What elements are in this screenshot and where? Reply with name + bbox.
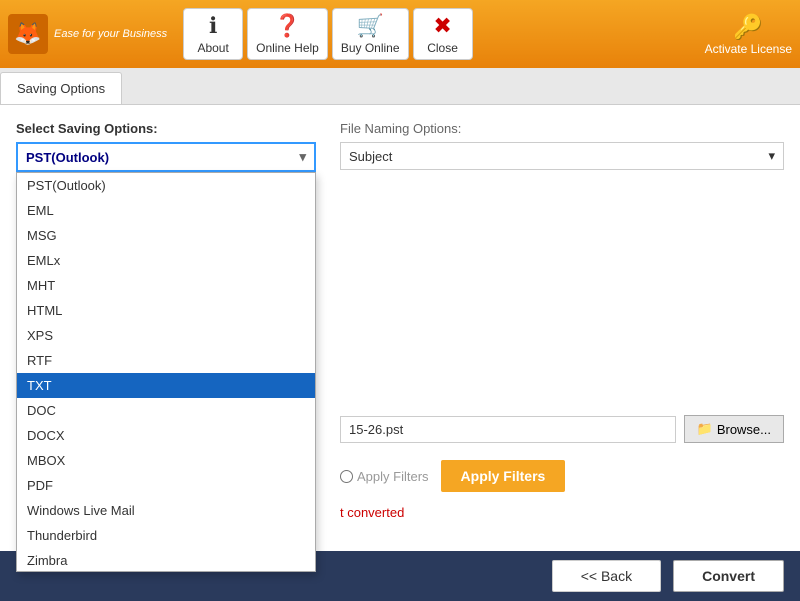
dropdown-item-msg[interactable]: MSG: [17, 223, 315, 248]
apply-filters-button[interactable]: Apply Filters: [441, 460, 566, 492]
file-naming-select[interactable]: Subject ▾: [340, 142, 784, 170]
buy-online-label: Buy Online: [341, 41, 400, 55]
browse-row: 📁 Browse...: [340, 415, 784, 443]
convert-button[interactable]: Convert: [673, 560, 784, 592]
buy-online-button[interactable]: 🛒 Buy Online: [332, 8, 409, 60]
dropdown-item-rtf[interactable]: RTF: [17, 348, 315, 373]
dropdown-item-eml[interactable]: EML: [17, 198, 315, 223]
logo: 🦊 Ease for your Business: [8, 14, 167, 54]
logo-icon: 🦊: [8, 14, 48, 54]
dropdown-item-pst[interactable]: PST(Outlook): [17, 173, 315, 198]
dropdown-item-emlx[interactable]: EMLx: [17, 248, 315, 273]
dropdown-item-xps[interactable]: XPS: [17, 323, 315, 348]
dropdown-item-html[interactable]: HTML: [17, 298, 315, 323]
filters-row: Apply Filters Apply Filters: [340, 460, 784, 492]
file-naming-label: File Naming Options:: [340, 121, 784, 136]
back-button[interactable]: << Back: [552, 560, 661, 592]
file-naming-arrow-icon: ▾: [768, 148, 775, 164]
online-help-icon: ❓: [274, 13, 301, 39]
key-icon: 🔑: [733, 13, 763, 42]
saving-options-dropdown[interactable]: PST(Outlook) ▾ PST(Outlook)EMLMSGEMLxMHT…: [16, 142, 316, 172]
about-label: About: [197, 41, 228, 55]
dropdown-item-doc[interactable]: DOC: [17, 398, 315, 423]
online-help-button[interactable]: ❓ Online Help: [247, 8, 328, 60]
buy-online-icon: 🛒: [356, 13, 383, 39]
close-button[interactable]: ✖ Close: [413, 8, 473, 60]
browse-input[interactable]: [340, 416, 676, 443]
dropdown-item-txt[interactable]: TXT: [17, 373, 315, 398]
tab-saving-options[interactable]: Saving Options: [0, 72, 122, 104]
browse-icon: 📁: [697, 421, 713, 437]
about-icon: ℹ: [209, 13, 217, 39]
dropdown-selected-value: PST(Outlook): [26, 150, 109, 165]
apply-filters-radio-text: Apply Filters: [357, 469, 429, 484]
dropdown-item-docx[interactable]: DOCX: [17, 423, 315, 448]
browse-button-label: Browse...: [717, 422, 771, 437]
activate-license-label: Activate License: [705, 42, 792, 56]
dropdown-item-mht[interactable]: MHT: [17, 273, 315, 298]
dropdown-item-thunderbird[interactable]: Thunderbird: [17, 523, 315, 548]
activate-license-button[interactable]: 🔑 Activate License: [705, 13, 792, 56]
toolbar-buttons: ℹ About ❓ Online Help 🛒 Buy Online ✖ Clo…: [183, 8, 472, 60]
header-bar: 🦊 Ease for your Business ℹ About ❓ Onlin…: [0, 0, 800, 68]
apply-filters-radio[interactable]: [340, 470, 353, 483]
dropdown-item-zimbra[interactable]: Zimbra: [17, 548, 315, 572]
status-text: t converted: [340, 505, 404, 520]
tab-bar: Saving Options: [0, 68, 800, 105]
dropdown-list: PST(Outlook)EMLMSGEMLxMHTHTMLXPSRTFTXTDO…: [16, 172, 316, 572]
logo-text: Ease for your Business: [54, 28, 167, 40]
file-naming-section: File Naming Options: Subject ▾: [340, 121, 784, 170]
close-icon: ✖: [433, 13, 451, 39]
apply-filters-radio-label[interactable]: Apply Filters: [340, 469, 429, 484]
dropdown-trigger[interactable]: PST(Outlook) ▾: [16, 142, 316, 172]
dropdown-arrow-icon: ▾: [299, 149, 306, 165]
dropdown-item-mbox[interactable]: MBOX: [17, 448, 315, 473]
main-content: Select Saving Options: PST(Outlook) ▾ PS…: [0, 105, 800, 601]
about-button[interactable]: ℹ About: [183, 8, 243, 60]
dropdown-item-windows-live-mail[interactable]: Windows Live Mail: [17, 498, 315, 523]
online-help-label: Online Help: [256, 41, 319, 55]
browse-button[interactable]: 📁 Browse...: [684, 415, 784, 443]
close-label: Close: [427, 41, 458, 55]
dropdown-item-pdf[interactable]: PDF: [17, 473, 315, 498]
file-naming-selected: Subject: [349, 149, 392, 164]
